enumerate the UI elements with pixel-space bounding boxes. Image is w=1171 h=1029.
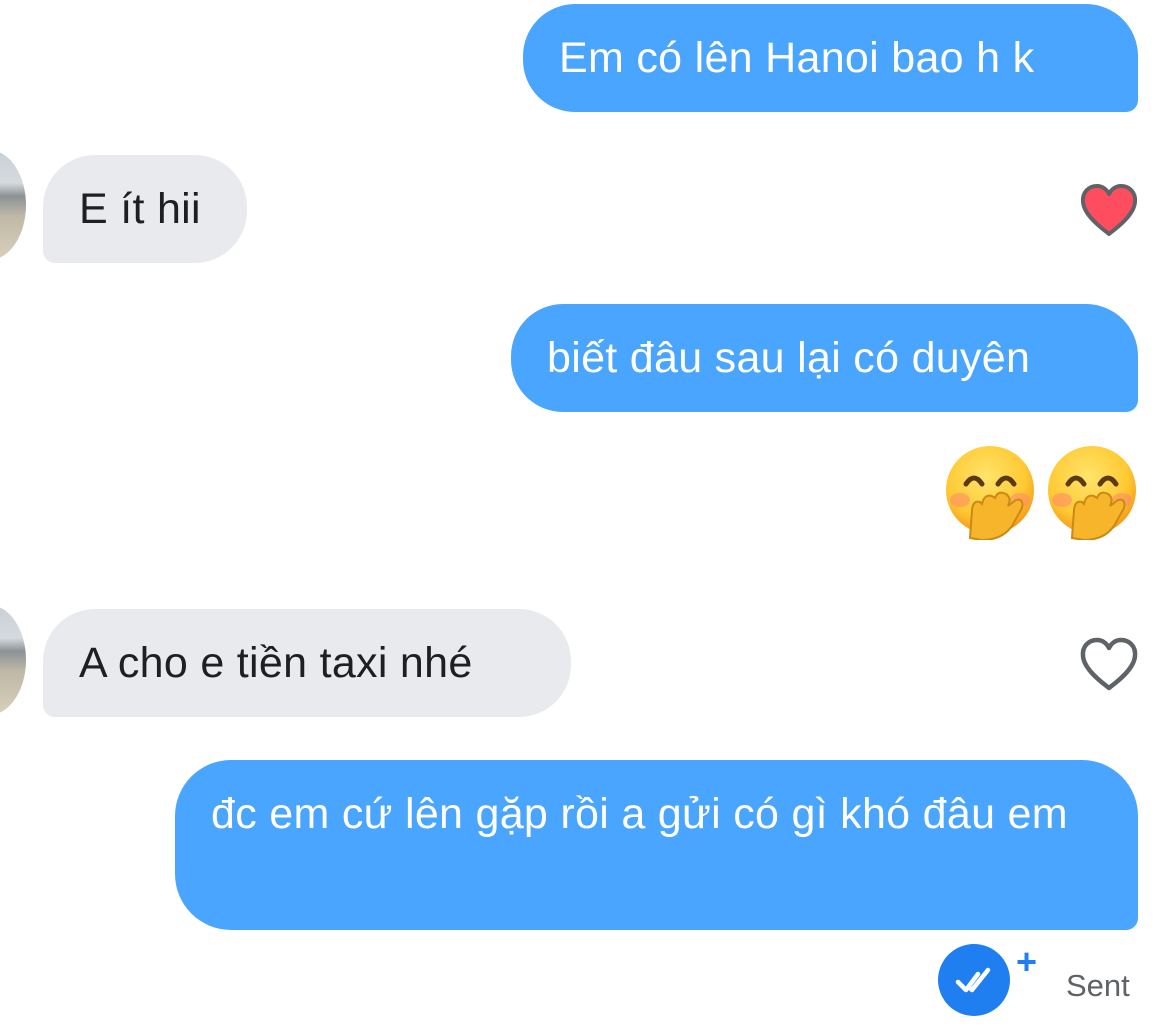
avatar[interactable] [0, 150, 26, 260]
message-bubble-outgoing[interactable]: biết đâu sau lại có duyên [511, 304, 1138, 412]
message-status: + Sent [938, 942, 1148, 1020]
message-bubble-incoming[interactable]: A cho e tiền taxi nhé [43, 609, 571, 717]
face-with-hand-over-mouth-icon[interactable] [1044, 444, 1140, 540]
heart-outline-icon[interactable] [1079, 636, 1139, 692]
double-check-icon [938, 944, 1010, 1016]
chat-thread: Em có lên Hanoi bao h k E ít hii biết đâ… [0, 0, 1171, 1029]
sent-status-label: Sent [1066, 968, 1130, 1003]
heart-filled-icon[interactable] [1079, 182, 1139, 238]
avatar[interactable] [0, 605, 26, 715]
message-bubble-outgoing[interactable]: Em có lên Hanoi bao h k [523, 4, 1138, 112]
message-bubble-outgoing[interactable]: đc em cứ lên gặp rồi a gửi có gì khó đâu… [175, 760, 1138, 930]
face-with-hand-over-mouth-icon[interactable] [942, 444, 1038, 540]
message-bubble-incoming[interactable]: E ít hii [43, 155, 247, 263]
plus-icon[interactable]: + [1016, 942, 1037, 982]
